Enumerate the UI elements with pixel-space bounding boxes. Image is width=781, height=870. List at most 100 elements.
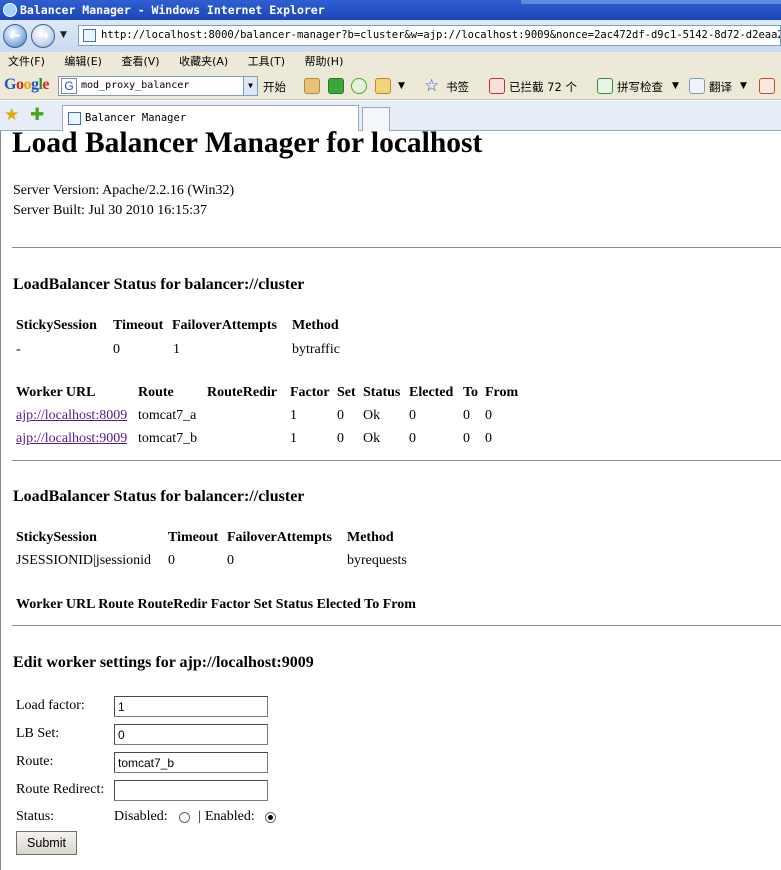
worker-url-link[interactable]: ajp://localhost:8009 bbox=[16, 408, 127, 424]
column-header: Method bbox=[347, 530, 394, 545]
column-header: FailoverAttempts bbox=[172, 318, 277, 333]
bookmark-star-icon[interactable]: ☆ bbox=[424, 76, 439, 96]
column-header: From bbox=[485, 385, 519, 400]
translate-dropdown-icon[interactable]: ▼ bbox=[740, 81, 747, 91]
column-header: Elected bbox=[409, 385, 454, 400]
column-header: StickySession bbox=[16, 530, 97, 545]
status-cell: Ok bbox=[363, 431, 381, 446]
spellcheck-button[interactable]: 拼写检查 bbox=[617, 79, 663, 95]
page-content: Load Balancer Manager for localhost Serv… bbox=[0, 127, 781, 870]
status-cell: Ok bbox=[363, 408, 381, 423]
ie-logo-icon bbox=[3, 3, 17, 17]
route-redirect-input[interactable] bbox=[114, 780, 268, 801]
bookmarks-button[interactable]: 书签 bbox=[446, 79, 469, 95]
google-search-value: mod_proxy_balancer bbox=[81, 80, 190, 91]
disabled-radio[interactable] bbox=[179, 812, 190, 823]
history-dropdown-icon[interactable]: ▼ bbox=[60, 30, 67, 40]
table-cell: - bbox=[16, 342, 21, 357]
balancer-status-title: LoadBalancer Status for balancer://clust… bbox=[13, 276, 305, 293]
table-cell: 0 bbox=[113, 342, 120, 357]
column-header: RouteRedir bbox=[207, 385, 277, 400]
page-icon bbox=[83, 29, 96, 42]
column-header: FailoverAttempts bbox=[227, 530, 332, 545]
divider bbox=[12, 625, 781, 626]
table-cell: 0 bbox=[337, 408, 344, 423]
table-cell: 0 bbox=[485, 408, 492, 423]
table-cell: 0 bbox=[337, 431, 344, 446]
send-to-icon[interactable] bbox=[759, 78, 775, 94]
table-cell: 0 bbox=[227, 553, 234, 568]
table-cell: 0 bbox=[463, 408, 470, 423]
popup-blocked-count[interactable]: 已拦截 72 个 bbox=[509, 79, 577, 95]
table-cell: 0 bbox=[485, 431, 492, 446]
load-factor-label: Load factor: bbox=[16, 698, 85, 713]
favorites-star-icon[interactable]: ★ bbox=[4, 106, 19, 124]
column-header: StickySession bbox=[16, 318, 97, 333]
submit-button[interactable]: Submit bbox=[16, 831, 77, 855]
lb-set-label: LB Set: bbox=[16, 726, 60, 741]
menu-file[interactable]: 文件(F) bbox=[8, 52, 45, 72]
lb-set-input[interactable] bbox=[114, 724, 268, 745]
table-cell: 0 bbox=[409, 431, 416, 446]
table-cell: 1 bbox=[173, 342, 180, 357]
worker-header-row: Worker URL Route RouteRedir Factor Set S… bbox=[16, 597, 416, 612]
settings-dropdown-icon[interactable]: ▼ bbox=[398, 81, 405, 91]
forward-button[interactable]: → bbox=[31, 24, 55, 48]
translate-button[interactable]: 翻译 bbox=[709, 79, 732, 95]
spellcheck-dropdown-icon[interactable]: ▼ bbox=[672, 81, 679, 91]
google-search-go-button[interactable]: 开始 bbox=[263, 79, 286, 95]
load-factor-input[interactable] bbox=[114, 696, 268, 717]
window-title: Balancer Manager - Windows Internet Expl… bbox=[20, 3, 325, 17]
table-cell: 0 bbox=[168, 553, 175, 568]
column-header: Worker URL bbox=[16, 385, 96, 400]
table-cell: 0 bbox=[409, 408, 416, 423]
column-header: Method bbox=[292, 318, 339, 333]
tab-page-icon bbox=[68, 112, 81, 125]
route-input[interactable] bbox=[114, 752, 268, 773]
status-separator: | bbox=[198, 809, 201, 824]
divider bbox=[12, 460, 781, 461]
enabled-radio[interactable] bbox=[265, 812, 276, 823]
edit-worker-title: Edit worker settings for ajp://localhost… bbox=[13, 654, 314, 671]
page-rank-icon[interactable] bbox=[328, 78, 344, 94]
menu-view[interactable]: 查看(V) bbox=[121, 52, 159, 72]
news-icon[interactable] bbox=[304, 78, 320, 94]
google-search-input[interactable]: G mod_proxy_balancer ▼ bbox=[58, 76, 258, 96]
menu-edit[interactable]: 编辑(E) bbox=[64, 52, 102, 72]
translate-icon bbox=[689, 78, 705, 94]
google-logo[interactable]: Google bbox=[4, 76, 49, 94]
column-header: Factor bbox=[290, 385, 330, 400]
google-g-icon: G bbox=[61, 78, 77, 94]
menu-favorites[interactable]: 收藏夹(A) bbox=[179, 52, 228, 72]
column-header: Timeout bbox=[168, 530, 219, 545]
worker-url-link-text[interactable]: ajp://localhost:9009 bbox=[16, 431, 127, 446]
table-cell: tomcat7_a bbox=[138, 408, 197, 423]
worker-url-link[interactable]: ajp://localhost:9009 bbox=[16, 431, 127, 447]
server-version: Server Version: Apache/2.2.16 (Win32) bbox=[13, 183, 235, 198]
address-row: ← → ▼ http://localhost:8000/balancer-man… bbox=[0, 20, 781, 52]
page-title: Load Balancer Manager for localhost bbox=[12, 127, 483, 159]
table-cell: 1 bbox=[290, 431, 297, 446]
popup-blocker-icon bbox=[489, 78, 505, 94]
column-header: Set bbox=[337, 385, 356, 400]
disabled-label: Disabled: bbox=[114, 809, 168, 824]
divider bbox=[12, 247, 781, 248]
menu-tools[interactable]: 工具(T) bbox=[248, 52, 285, 72]
column-header: Timeout bbox=[113, 318, 164, 333]
menu-bar: 文件(F) 编辑(E) 查看(V) 收藏夹(A) 工具(T) 帮助(H) bbox=[0, 52, 781, 72]
settings-icon[interactable] bbox=[375, 78, 391, 94]
column-header: Status bbox=[363, 385, 401, 400]
table-cell: bytraffic bbox=[292, 342, 340, 357]
table-cell: 0 bbox=[463, 431, 470, 446]
route-label: Route: bbox=[16, 754, 54, 769]
google-search-dropdown-icon[interactable]: ▼ bbox=[243, 77, 257, 95]
worker-url-link-text[interactable]: ajp://localhost:8009 bbox=[16, 408, 127, 423]
address-bar[interactable]: http://localhost:8000/balancer-manager?b… bbox=[78, 25, 781, 46]
back-button[interactable]: ← bbox=[3, 24, 27, 48]
column-header: To bbox=[463, 385, 479, 400]
menu-help[interactable]: 帮助(H) bbox=[305, 52, 344, 72]
sidewiki-icon[interactable] bbox=[351, 78, 367, 94]
google-toolbar: Google G mod_proxy_balancer ▼ 开始 ▼ ☆ 书签 … bbox=[0, 72, 781, 100]
add-favorite-icon[interactable]: ✚ bbox=[30, 106, 44, 124]
table-cell: tomcat7_b bbox=[138, 431, 198, 446]
